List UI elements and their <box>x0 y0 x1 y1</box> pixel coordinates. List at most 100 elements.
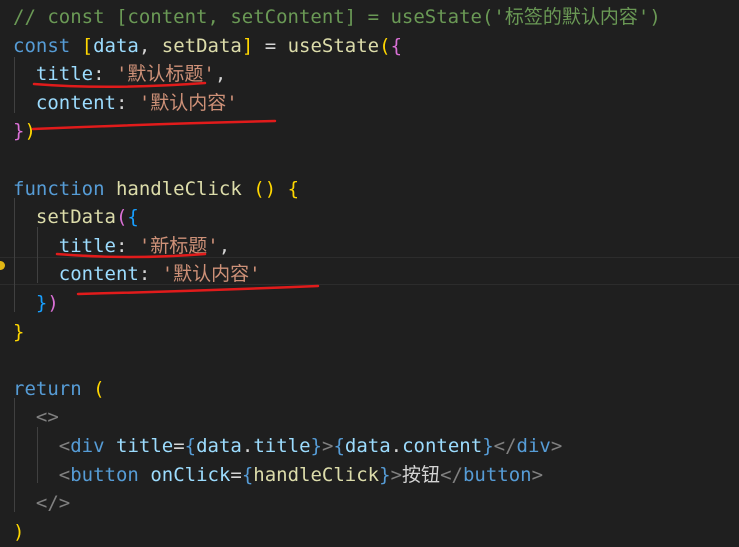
code-token: ( <box>115 206 128 229</box>
code-token: '默认内容' <box>138 91 238 114</box>
code-token: , <box>214 63 227 86</box>
code-line[interactable]: <div title={data.title}>{data.content}</… <box>13 432 563 460</box>
code-token: content <box>58 263 139 286</box>
code-token: < <box>58 463 71 486</box>
code-token: <> <box>35 406 59 429</box>
code-line[interactable]: <> <box>13 403 59 431</box>
code-line[interactable]: setData({ <box>13 203 139 231</box>
code-token: button <box>70 463 139 486</box>
code-token: return <box>13 377 94 400</box>
code-token: } <box>482 435 494 457</box>
code-token: , <box>138 34 162 57</box>
code-token: ) <box>13 520 25 543</box>
code-token: { <box>127 206 139 229</box>
code-token: { <box>287 177 300 200</box>
code-token: ( <box>379 34 391 57</box>
code-token: > <box>321 435 334 457</box>
code-line[interactable]: const [data, setData] = useState({ <box>13 32 402 60</box>
code-token: setData <box>35 206 116 229</box>
code-token: ] <box>241 34 254 57</box>
code-token: div <box>70 435 105 457</box>
code-token: > <box>390 463 403 486</box>
code-line[interactable]: <button onClick={handleClick}>按钮</button… <box>13 461 543 489</box>
code-token: } <box>13 120 25 143</box>
code-line[interactable]: return ( <box>13 375 105 403</box>
code-editor[interactable]: // const [content, setContent] = useStat… <box>0 0 739 547</box>
code-token: = <box>230 463 242 486</box>
code-token: // const [content, setContent] = useStat… <box>13 6 661 28</box>
code-token: div <box>516 435 551 457</box>
code-token: [ <box>81 34 94 57</box>
code-token: data <box>93 34 139 57</box>
code-token: : <box>115 234 139 257</box>
code-token: button <box>462 463 532 486</box>
code-token: data <box>344 435 391 457</box>
code-token: ) <box>24 120 36 143</box>
code-token: : <box>138 263 162 286</box>
code-token: </> <box>35 492 71 515</box>
code-token: </ <box>440 463 463 486</box>
code-token: const <box>13 34 82 57</box>
code-token: title <box>35 63 94 86</box>
code-token: < <box>58 435 71 457</box>
code-token: { <box>333 435 345 457</box>
code-token: setData <box>161 34 242 57</box>
code-token: } <box>310 435 322 457</box>
code-token: title <box>116 435 174 457</box>
code-token: . <box>390 435 403 457</box>
code-token: } <box>379 463 391 486</box>
code-token: > <box>550 435 563 457</box>
code-token: '默认标题' <box>115 63 215 86</box>
code-token: = <box>253 34 288 57</box>
code-line[interactable]: function handleClick () { <box>13 175 299 203</box>
code-token: content <box>35 91 116 114</box>
code-token: ( <box>93 377 105 400</box>
code-token: title <box>58 234 116 257</box>
code-token: </ <box>493 435 517 457</box>
code-line[interactable]: title: '新标题', <box>13 232 230 260</box>
code-token: '默认内容' <box>161 263 261 286</box>
code-line[interactable]: title: '默认标题', <box>13 60 226 88</box>
code-token: { <box>390 34 403 57</box>
code-token: ) <box>47 292 59 314</box>
code-token: , <box>218 234 231 257</box>
code-token: : <box>93 63 116 86</box>
code-line[interactable]: }) <box>13 117 36 145</box>
code-token: } <box>13 320 25 343</box>
code-token: 按钮 <box>402 463 441 486</box>
code-token: handleClick <box>253 463 380 486</box>
code-token: } <box>35 292 48 314</box>
code-token: . <box>241 435 254 457</box>
code-token: data <box>196 435 242 457</box>
code-line[interactable]: }) <box>13 289 59 317</box>
code-token: '新标题' <box>138 234 219 257</box>
code-token: () <box>253 177 277 200</box>
code-token: useState <box>287 34 380 57</box>
code-line[interactable]: content: '默认内容' <box>13 260 261 288</box>
annotation-underline-close <box>31 119 277 131</box>
code-token: = <box>173 435 185 457</box>
code-token: handleClick <box>115 177 242 200</box>
code-token: { <box>184 435 197 457</box>
code-line[interactable]: ) <box>13 518 24 546</box>
code-token: > <box>531 463 544 486</box>
code-line[interactable]: content: '默认内容' <box>13 89 238 117</box>
code-line[interactable]: </> <box>13 489 70 517</box>
code-token: onClick <box>150 463 231 486</box>
code-line[interactable]: // const [content, setContent] = useStat… <box>13 3 661 31</box>
code-line[interactable]: } <box>13 318 24 346</box>
